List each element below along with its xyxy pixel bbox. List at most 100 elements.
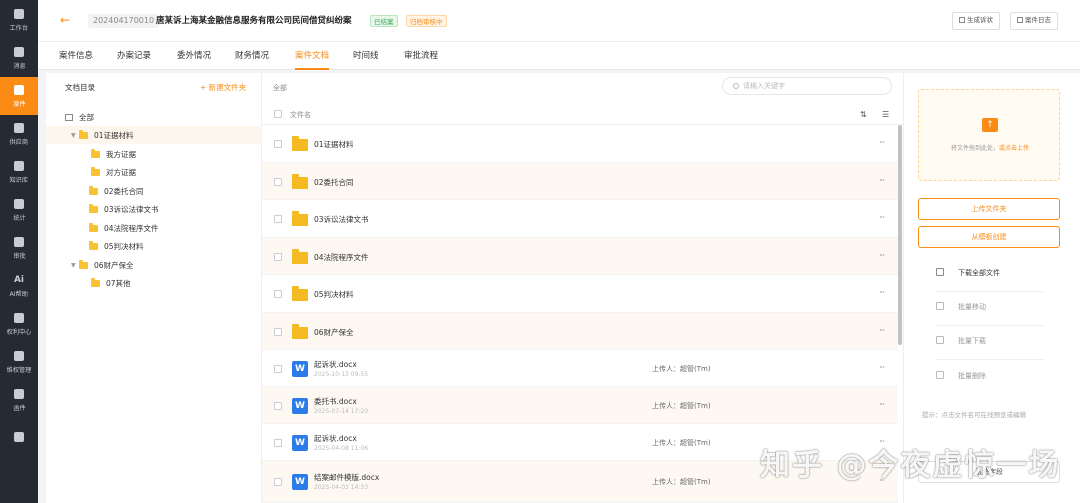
nav-item-9[interactable]: 维权管理 — [0, 343, 38, 381]
folder-name[interactable]: 02委托合同 — [314, 177, 354, 188]
folder-row[interactable]: 06财产保全 ··· — [262, 313, 898, 350]
tree-node[interactable]: 我方证据 — [46, 145, 262, 163]
file-name[interactable]: 委托书.docx — [314, 396, 357, 407]
create-from-template-button[interactable]: 从模板创建 — [918, 226, 1060, 248]
row-checkbox[interactable] — [274, 402, 282, 410]
nav-item-7[interactable]: Ai AI帮助 — [0, 267, 38, 305]
case-title: 唐某诉上海某金融信息服务有限公司民间借贷纠纷案 — [156, 16, 352, 26]
upload-icon: ↑ — [982, 118, 998, 132]
folder-row[interactable]: 04法院程序文件 ··· — [262, 238, 898, 275]
tree-node-root[interactable]: 全部 — [46, 108, 262, 126]
word-doc-icon: W — [292, 435, 308, 451]
row-checkbox[interactable] — [274, 439, 282, 447]
folder-icon — [292, 249, 308, 264]
tab-approval-flow[interactable]: 审批流程 — [404, 42, 438, 70]
word-doc-icon: W — [292, 398, 308, 414]
new-folder-button[interactable]: + 新建文件夹 — [200, 82, 246, 93]
document-tree-panel: 文档目录 + 新建文件夹 全部 ▼ 01证据材料 我方证据 对方证据 02委托合同 03诉… — [46, 73, 262, 503]
nav-item-6[interactable]: 审批 — [0, 229, 38, 267]
folder-name[interactable]: 06财产保全 — [314, 327, 354, 338]
breadcrumb[interactable]: 全部 — [273, 83, 287, 93]
nav-item-label: 知识库 — [9, 175, 29, 184]
nav-item-1[interactable]: 消息 — [0, 39, 38, 77]
tree-node-label: 05判决材料 — [104, 241, 144, 251]
row-checkbox[interactable] — [274, 140, 282, 148]
batch-delete-button[interactable]: 批量删除 — [958, 371, 986, 381]
batch-download-button[interactable]: 批量下载 — [958, 336, 986, 346]
more-actions-icon[interactable]: ··· — [879, 176, 885, 185]
expand-caret-icon[interactable]: ▼ — [71, 132, 79, 139]
tree-node[interactable]: ▼ 06财产保全 — [46, 256, 262, 274]
tree-node[interactable]: 07其他 — [46, 274, 262, 292]
nav-item-10[interactable]: 函件 — [0, 381, 38, 419]
folder-row[interactable]: 05判决材料 ··· — [262, 275, 898, 313]
search-input[interactable]: 请输入关键字 — [722, 77, 892, 95]
file-name[interactable]: 结案邮件模版.docx — [314, 472, 379, 483]
tab-records[interactable]: 办案记录 — [117, 42, 151, 70]
nav-item-0[interactable]: 工作台 — [0, 1, 38, 39]
row-checkbox[interactable] — [274, 328, 282, 336]
folder-name[interactable]: 05判决材料 — [314, 289, 354, 300]
row-checkbox[interactable] — [274, 178, 282, 186]
download-all-button[interactable]: 下载全部文件 — [958, 268, 1000, 278]
more-actions-icon[interactable]: ··· — [879, 251, 885, 260]
folder-row[interactable]: 02委托合同 ··· — [262, 163, 898, 200]
tree-node[interactable]: ▼ 01证据材料 — [46, 126, 262, 144]
tree-node[interactable]: 03诉讼法律文书 — [46, 200, 262, 218]
tree-node-label: 我方证据 — [106, 149, 136, 159]
tree-node[interactable]: 04法院程序文件 — [46, 219, 262, 237]
tree-node[interactable]: 02委托合同 — [46, 182, 262, 200]
file-name[interactable]: 起诉状.docx — [314, 359, 357, 370]
tab-documents[interactable]: 案件文档 — [295, 42, 330, 70]
tree-node[interactable]: 05判决材料 — [46, 237, 262, 255]
upload-click-link[interactable]: 或点击上传 — [999, 145, 1029, 152]
nav-item-8[interactable]: 权利中心 — [0, 305, 38, 343]
tab-outsourcing[interactable]: 委外情况 — [177, 42, 211, 70]
row-checkbox[interactable] — [274, 290, 282, 298]
file-row[interactable]: W 委托书.docx 2025-07-14 17:20 上传人：超管(Tm) ··· — [262, 387, 898, 424]
folder-name[interactable]: 04法院程序文件 — [314, 252, 369, 263]
nav-item-2[interactable]: 案件 — [0, 77, 38, 115]
back-arrow-icon[interactable]: ← — [60, 14, 70, 26]
nav-item-3[interactable]: 供应商 — [0, 115, 38, 153]
download-icon — [936, 268, 944, 276]
more-actions-icon[interactable]: ··· — [879, 288, 885, 297]
file-date: 2025-04-03 14:33 — [314, 484, 369, 491]
case-log-button[interactable]: 案件日志 — [1010, 12, 1058, 30]
folder-icon — [292, 174, 308, 189]
tab-timeline[interactable]: 时间线 — [353, 42, 379, 70]
file-name[interactable]: 起诉状.docx — [314, 433, 357, 444]
select-all-checkbox[interactable] — [274, 110, 282, 118]
upload-dropzone[interactable]: ↑ 将文件拖到此处，或点击上传 — [918, 89, 1060, 181]
nav-item-label: 函件 — [12, 403, 26, 412]
sort-icon[interactable]: ⇅ — [860, 110, 867, 119]
row-checkbox[interactable] — [274, 253, 282, 261]
tab-case-info[interactable]: 案件信息 — [59, 42, 93, 70]
nav-item-5[interactable]: 统计 — [0, 191, 38, 229]
generate-complaint-button[interactable]: 生成诉状 — [952, 12, 1000, 30]
more-actions-icon[interactable]: ··· — [879, 400, 885, 409]
more-actions-icon[interactable]: ··· — [879, 326, 885, 335]
folder-icon — [89, 240, 98, 250]
list-view-icon[interactable]: ☰ — [882, 110, 889, 119]
expand-caret-icon[interactable]: ▼ — [71, 262, 79, 269]
row-checkbox[interactable] — [274, 215, 282, 223]
batch-move-button[interactable]: 批量移动 — [958, 302, 986, 312]
file-row[interactable]: W 起诉状.docx 2025-10-13 09:55 上传人：超管(Tm) ··· — [262, 350, 898, 387]
folder-name[interactable]: 01证据材料 — [314, 139, 354, 150]
row-checkbox[interactable] — [274, 478, 282, 486]
nav-item-4[interactable]: 知识库 — [0, 153, 38, 191]
more-actions-icon[interactable]: ··· — [879, 213, 885, 222]
folder-row[interactable]: 01证据材料 ··· — [262, 125, 898, 163]
nav-item-11[interactable] — [0, 419, 38, 457]
scrollbar[interactable] — [898, 125, 902, 345]
upload-folder-button[interactable]: 上传文件夹 — [918, 198, 1060, 220]
tab-finance[interactable]: 财务情况 — [235, 42, 269, 70]
folder-name[interactable]: 03诉讼法律文书 — [314, 214, 369, 225]
more-actions-icon[interactable]: ··· — [879, 138, 885, 147]
file-date: 2025-07-14 17:20 — [314, 408, 369, 415]
tree-node[interactable]: 对方证据 — [46, 163, 262, 181]
more-actions-icon[interactable]: ··· — [879, 363, 885, 372]
folder-row[interactable]: 03诉讼法律文书 ··· — [262, 200, 898, 238]
row-checkbox[interactable] — [274, 365, 282, 373]
